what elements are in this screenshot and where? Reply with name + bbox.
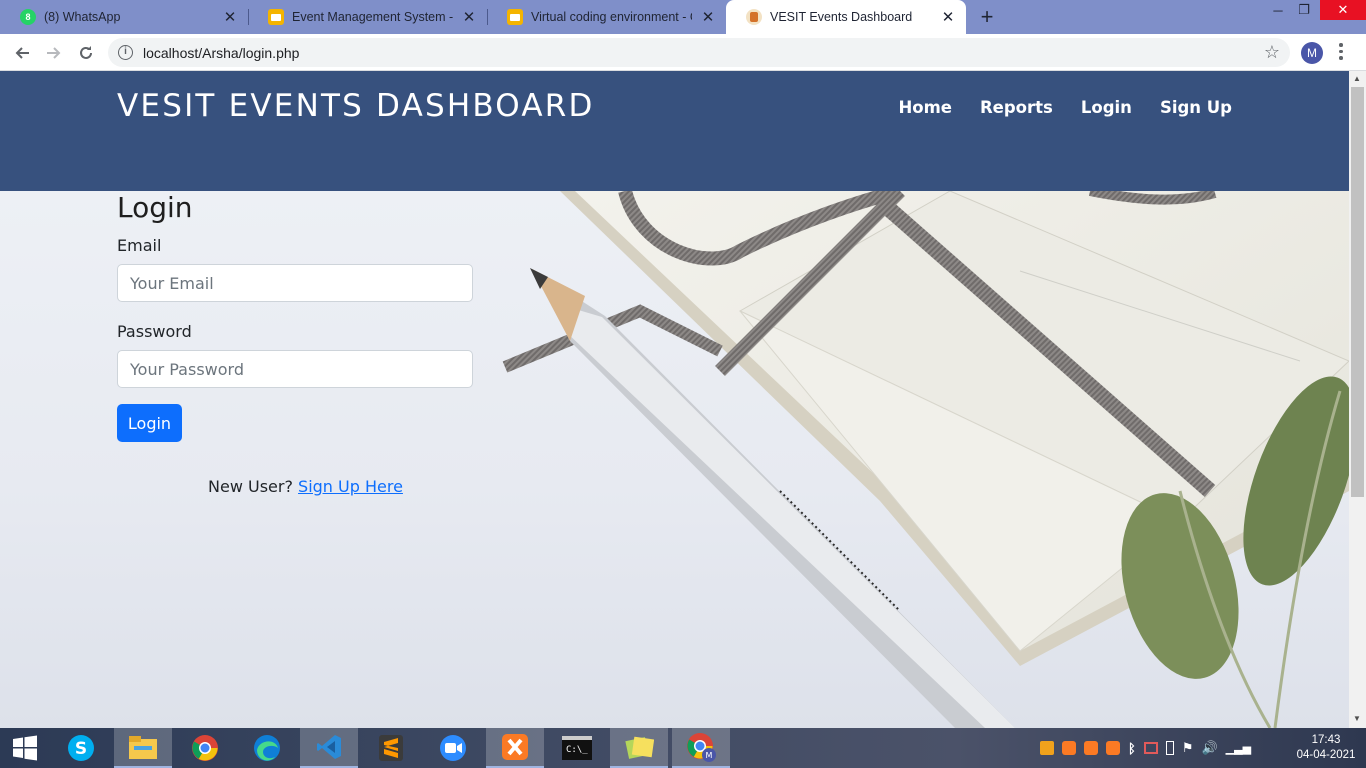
skype-icon[interactable]: S [52, 728, 110, 768]
main-nav: Home Reports Login Sign Up [898, 98, 1232, 117]
nav-login[interactable]: Login [1081, 98, 1132, 117]
new-tab-icon[interactable]: + [976, 6, 998, 28]
whatsapp-badge: 8 [25, 12, 31, 22]
signup-link[interactable]: Sign Up Here [298, 477, 403, 496]
tab-title: (8) WhatsApp [44, 10, 121, 24]
xampp-tray-icon[interactable] [1062, 741, 1076, 755]
xampp-tray-icon[interactable] [1084, 741, 1098, 755]
clock-date: 04-04-2021 [1296, 749, 1356, 761]
tab-event-management[interactable]: Event Management System - Goo ✕ [248, 0, 487, 34]
window-close-icon[interactable]: ✕ [1320, 0, 1366, 20]
page-scrollbar[interactable]: ▲ ▼ [1349, 71, 1366, 728]
site-header: VESIT EVENTS DASHBOARD Home Reports Logi… [0, 71, 1349, 191]
tab-virtual-coding[interactable]: Virtual coding environment - Goo ✕ [487, 0, 726, 34]
volume-icon[interactable]: 🔊 [1201, 740, 1217, 756]
site-brand[interactable]: VESIT EVENTS DASHBOARD [117, 88, 595, 124]
tab-title: VESIT Events Dashboard [770, 10, 913, 24]
password-label: Password [117, 322, 192, 341]
nav-reports[interactable]: Reports [980, 98, 1053, 117]
chrome-icon[interactable] [176, 728, 234, 768]
password-input[interactable] [117, 350, 473, 388]
flag-icon[interactable]: ⚑ [1182, 740, 1194, 756]
tab-title: Virtual coding environment - Goo [531, 10, 692, 24]
browser-toolbar: i localhost/Arsha/login.php ☆ M [0, 34, 1366, 71]
email-label: Email [117, 236, 162, 255]
google-slides-icon [268, 9, 284, 25]
close-tab-icon[interactable]: ✕ [222, 9, 238, 26]
xampp-icon[interactable] [486, 728, 544, 768]
new-user-text: New User? [208, 477, 293, 496]
file-explorer-icon[interactable] [114, 728, 172, 768]
tray-app-icon[interactable] [1040, 741, 1054, 755]
tab-vesit-dashboard[interactable]: VESIT Events Dashboard ✕ [726, 0, 966, 34]
bluetooth-icon[interactable]: ᛒ [1128, 741, 1136, 756]
svg-text:C:\_: C:\_ [566, 745, 588, 755]
zoom-icon[interactable] [424, 728, 482, 768]
restore-icon[interactable]: ❐ [1286, 0, 1322, 20]
close-tab-icon[interactable]: ✕ [461, 9, 477, 26]
signup-prompt: New User? Sign Up Here [208, 477, 403, 496]
tab-whatsapp[interactable]: 8 (8) WhatsApp ✕ [0, 0, 248, 34]
forward-icon[interactable] [42, 41, 66, 65]
tab-title: Event Management System - Goo [292, 10, 453, 24]
network-icon[interactable]: ▁▃▅ [1226, 742, 1251, 755]
hero-section: Login Email Password Login New User? Sig… [0, 191, 1349, 728]
xampp-tray-icon[interactable] [1106, 741, 1120, 755]
scroll-down-icon[interactable]: ▼ [1353, 714, 1361, 723]
login-heading: Login [117, 191, 193, 224]
browser-tab-strip: 8 (8) WhatsApp ✕ Event Management System… [0, 0, 1366, 34]
nav-home[interactable]: Home [898, 98, 952, 117]
login-button[interactable]: Login [117, 404, 182, 442]
battery-icon[interactable] [1165, 741, 1174, 755]
site-favicon [746, 9, 762, 25]
email-input[interactable] [117, 264, 473, 302]
site-info-icon[interactable]: i [118, 45, 133, 60]
url-text: localhost/Arsha/login.php [143, 45, 300, 61]
profile-avatar[interactable]: M [1301, 42, 1323, 64]
scroll-thumb[interactable] [1351, 87, 1364, 497]
scroll-up-icon[interactable]: ▲ [1353, 74, 1361, 83]
svg-text:M: M [706, 751, 713, 760]
sticky-notes-icon[interactable] [610, 728, 668, 768]
sublime-text-icon[interactable] [362, 728, 420, 768]
clock-time: 17:43 [1311, 734, 1341, 746]
close-tab-icon[interactable]: ✕ [940, 9, 956, 26]
bookmark-star-icon[interactable]: ☆ [1264, 42, 1280, 63]
whatsapp-icon: 8 [20, 9, 36, 25]
back-icon[interactable] [10, 41, 34, 65]
system-tray: ᛒ ⚑ 🔊 ▁▃▅ [1040, 740, 1251, 756]
nav-sign-up[interactable]: Sign Up [1160, 98, 1232, 117]
page-viewport: VESIT EVENTS DASHBOARD Home Reports Logi… [0, 71, 1349, 728]
svg-text:S: S [75, 739, 87, 759]
chrome-profile-icon[interactable]: M [672, 728, 730, 768]
windows-taskbar: S C:\_ M ᛒ ⚑ 🔊 ▁▃▅ 17:43 04-04-2021 [0, 728, 1366, 768]
mail-tray-icon[interactable] [1143, 742, 1158, 754]
windows-start-icon[interactable] [0, 728, 50, 768]
address-bar[interactable]: i localhost/Arsha/login.php ☆ [108, 38, 1290, 67]
close-tab-icon[interactable]: ✕ [700, 9, 716, 26]
edge-icon[interactable] [238, 728, 296, 768]
taskbar-clock[interactable]: 17:43 04-04-2021 [1296, 733, 1356, 763]
reload-icon[interactable] [74, 41, 98, 65]
vscode-icon[interactable] [300, 728, 358, 768]
browser-menu-icon[interactable] [1338, 43, 1344, 63]
command-prompt-icon[interactable]: C:\_ [548, 728, 606, 768]
google-slides-icon [507, 9, 523, 25]
